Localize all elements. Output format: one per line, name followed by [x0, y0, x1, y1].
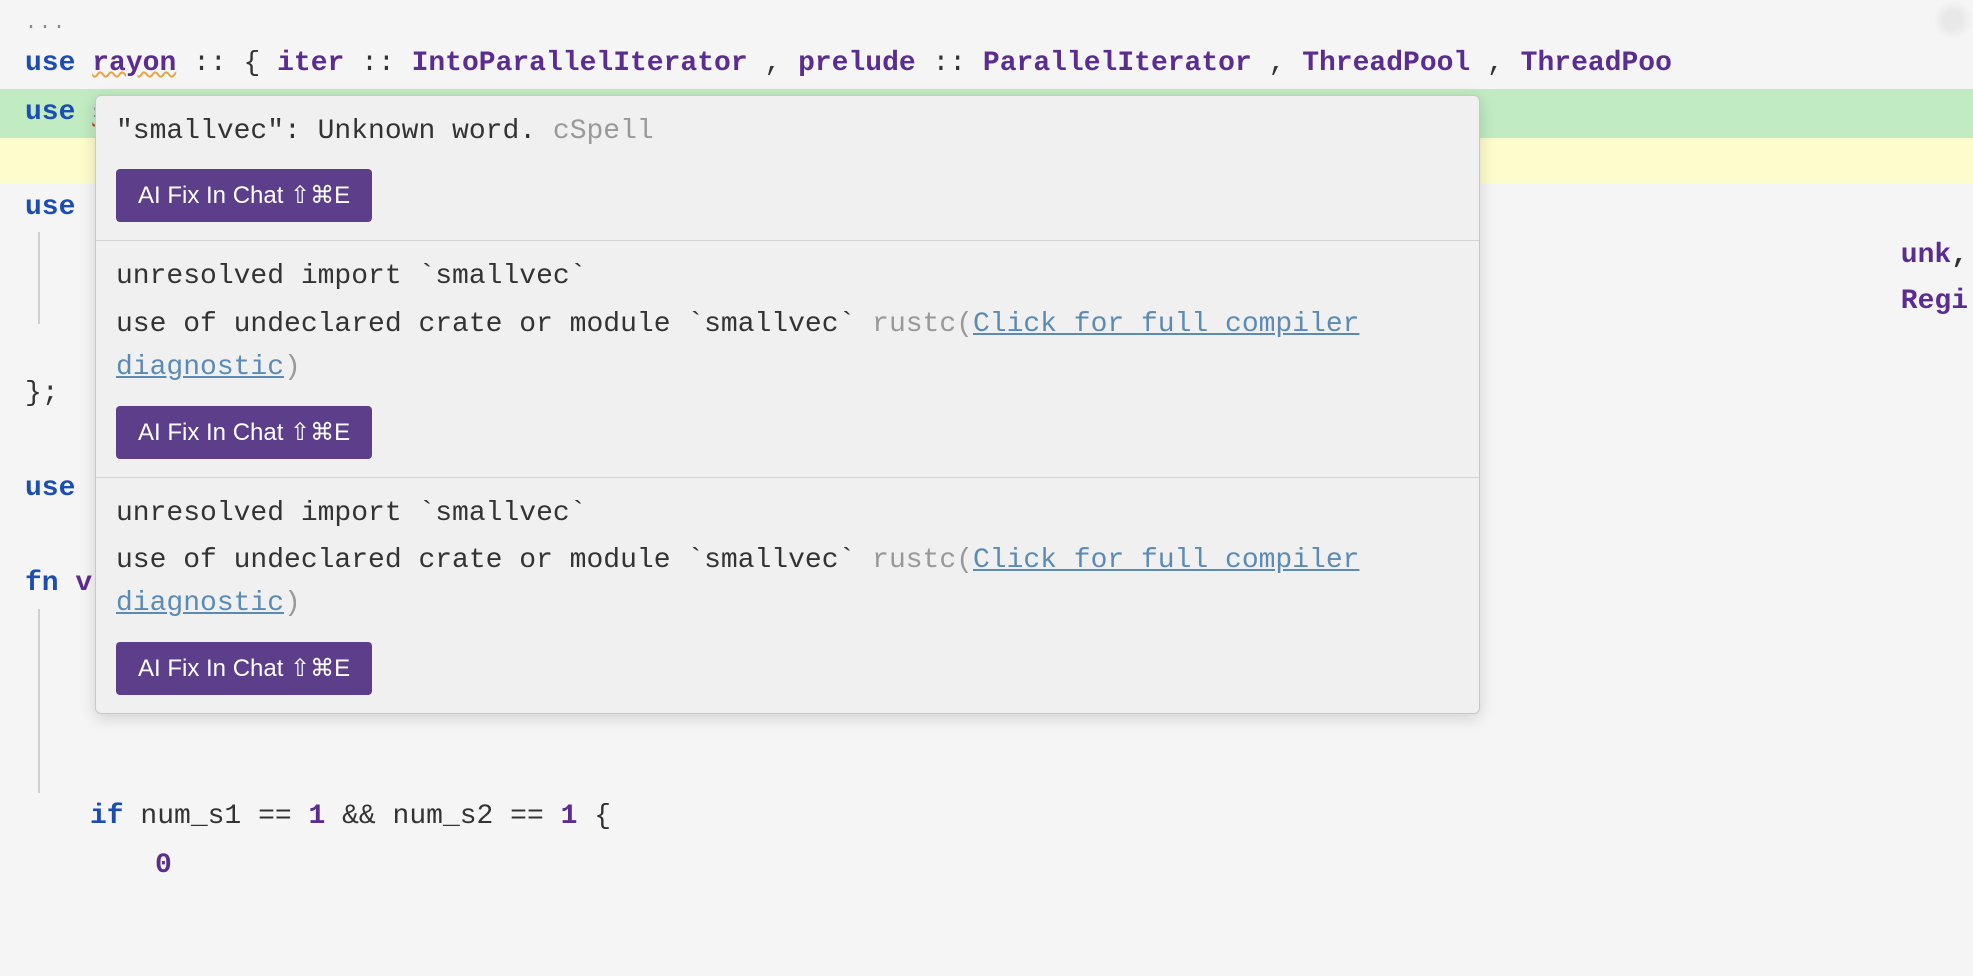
diagnostic-source: rustc: [872, 545, 956, 576]
variable-num-s1: num_s1: [140, 801, 241, 832]
module-iter: iter: [277, 48, 344, 79]
path-separator: ::: [361, 48, 395, 79]
type-parallel-iterator: ParallelIterator: [983, 48, 1252, 79]
module-prelude: prelude: [798, 48, 916, 79]
keyword-use: use: [25, 97, 75, 128]
brace-open: {: [243, 48, 260, 79]
keyword-use: use: [25, 192, 75, 223]
indent-guide: [38, 655, 40, 701]
code-line[interactable]: use rayon :: { iter :: IntoParallelItera…: [0, 40, 1973, 89]
diagnostic-message-line2: use of undeclared crate or module `small…: [116, 303, 1459, 390]
literal-zero: 0: [155, 850, 172, 881]
code-line[interactable]: 0: [0, 842, 1973, 891]
diagnostic-message-line1: unresolved import `smallvec`: [116, 255, 1459, 298]
code-fold-indicator[interactable]: ...: [0, 8, 1973, 40]
diagnostic-source: cSpell: [553, 116, 654, 147]
ai-fix-button[interactable]: AI Fix In Chat ⇧⌘E: [116, 406, 372, 459]
type-threadpool-partial: ThreadPoo: [1521, 48, 1672, 79]
breadcrumb-indicator: [1933, 0, 1973, 40]
ai-fix-button[interactable]: AI Fix In Chat ⇧⌘E: [116, 169, 372, 222]
comma: ,: [1269, 48, 1286, 79]
diagnostic-section-cspell: "smallvec": Unknown word. cSpell AI Fix …: [96, 96, 1479, 241]
operator-eq: ==: [510, 801, 544, 832]
operator-eq: ==: [258, 801, 292, 832]
diagnostic-hover-popup: "smallvec": Unknown word. cSpell AI Fix …: [95, 95, 1480, 714]
partial-identifier: unk,: [1901, 234, 1973, 279]
partial-identifier: Regi: [1901, 280, 1973, 325]
operator-and: &&: [342, 801, 376, 832]
indent-guide: [38, 232, 40, 278]
ai-fix-button[interactable]: AI Fix In Chat ⇧⌘E: [116, 642, 372, 695]
path-separator: ::: [193, 48, 227, 79]
diagnostic-message: "smallvec": Unknown word. cSpell: [116, 110, 1459, 153]
brace-close: }: [25, 378, 42, 409]
literal-one: 1: [308, 801, 325, 832]
semicolon: ;: [42, 378, 59, 409]
keyword-if: if: [90, 801, 124, 832]
keyword-use: use: [25, 48, 75, 79]
keyword-fn: fn: [25, 568, 59, 599]
code-line[interactable]: if num_s1 == 1 && num_s2 == 1 {: [0, 793, 1973, 842]
type-threadpool: ThreadPool: [1302, 48, 1470, 79]
brace-open: {: [594, 801, 611, 832]
path-separator: ::: [933, 48, 967, 79]
variable-num-s2: num_s2: [393, 801, 494, 832]
indent-guide: [38, 747, 40, 793]
indent-guide: [38, 609, 40, 655]
code-editor[interactable]: ... use rayon :: { iter :: IntoParallelI…: [0, 0, 1973, 898]
function-name-partial: v: [75, 568, 92, 599]
comma: ,: [1487, 48, 1504, 79]
type-into-parallel-iterator: IntoParallelIterator: [412, 48, 748, 79]
diagnostic-source: rustc: [872, 309, 956, 340]
diagnostic-message-line2: use of undeclared crate or module `small…: [116, 539, 1459, 626]
diagnostic-section-rustc: unresolved import `smallvec` use of unde…: [96, 478, 1479, 713]
code-line[interactable]: [0, 747, 1973, 793]
indent-guide: [38, 278, 40, 324]
module-rayon: rayon: [92, 48, 176, 79]
diagnostic-message-line1: unresolved import `smallvec`: [116, 492, 1459, 535]
diagnostic-section-rustc: unresolved import `smallvec` use of unde…: [96, 241, 1479, 477]
indent-guide: [38, 701, 40, 747]
literal-one: 1: [561, 801, 578, 832]
comma: ,: [764, 48, 781, 79]
keyword-use: use: [25, 473, 75, 504]
